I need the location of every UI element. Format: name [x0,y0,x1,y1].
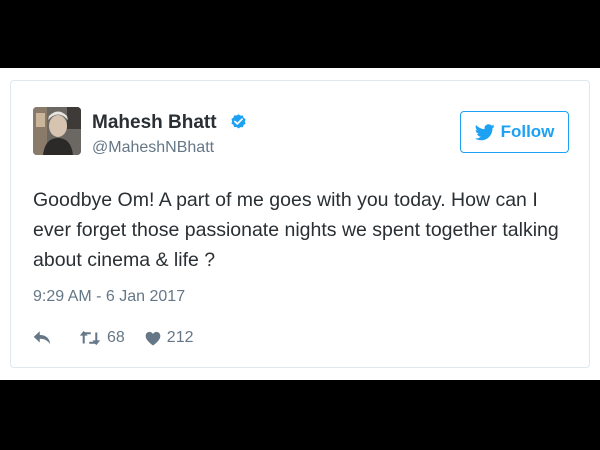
avatar[interactable] [33,107,81,155]
follow-label: Follow [500,122,555,141]
heart-icon [145,331,161,345]
verified-badge-icon [231,114,246,129]
tweet-actions: 68 212 [33,327,194,349]
tweet-text: Goodbye Om! A part of me goes with you t… [33,189,559,271]
retweet-icon [79,330,101,346]
like-button[interactable]: 212 [145,329,194,347]
bird-icon [474,123,495,140]
author-name[interactable]: Mahesh Bhatt [92,112,217,134]
reply-icon [33,331,51,344]
tweet-timestamp[interactable]: 9:29 AM - 6 Jan 2017 [33,288,185,306]
follow-button[interactable]: Follow [460,111,569,153]
screenshot-frame: Mahesh Bhatt @MaheshNBhatt Follow Goodby… [0,68,600,380]
author-handle[interactable]: @MaheshNBhatt [92,139,214,157]
tweet-card: Mahesh Bhatt @MaheshNBhatt Follow Goodby… [10,80,590,368]
retweet-count: 68 [107,329,125,346]
like-count: 212 [166,329,194,346]
retweet-button[interactable]: 68 [79,329,125,347]
reply-button[interactable] [33,330,51,346]
